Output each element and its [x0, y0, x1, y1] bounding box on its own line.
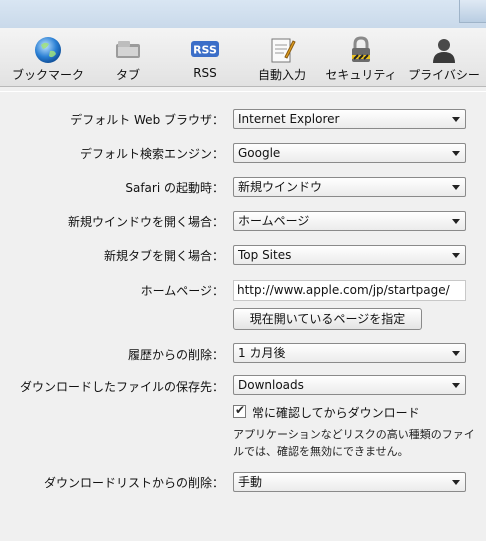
set-current-page-button[interactable]: 現在開いているページを指定	[233, 308, 422, 330]
toolbar-label-rss: RSS	[193, 66, 217, 80]
lock-icon	[352, 36, 370, 62]
new-window-value: ホームページ	[238, 214, 310, 228]
default-browser-label: デフォルト Web ブラウザ：	[70, 113, 224, 127]
new-window-select[interactable]: ホームページ	[233, 211, 466, 231]
default-search-label: デフォルト検索エンジン：	[79, 147, 224, 161]
default-search-select[interactable]: Google	[233, 143, 466, 163]
tabs-icon	[116, 41, 140, 58]
chevron-down-icon	[452, 151, 460, 156]
on-startup-label: Safari の起動時：	[125, 181, 224, 195]
default-browser-value: Internet Explorer	[238, 112, 340, 126]
toolbar-label-bookmarks: ブックマーク	[11, 68, 84, 82]
rss-icon: RSS	[191, 41, 219, 57]
chevron-down-icon	[452, 185, 460, 190]
toolbar-bookmarks[interactable]: ブックマーク	[8, 32, 88, 84]
chevron-down-icon	[452, 219, 460, 224]
default-search-value: Google	[238, 146, 281, 160]
chevron-down-icon	[452, 383, 460, 388]
default-browser-select[interactable]: Internet Explorer	[233, 109, 466, 129]
toolbar-label-autofill: 自動入力	[257, 68, 306, 82]
new-tab-label: 新規タブを開く場合：	[103, 249, 224, 263]
person-icon	[433, 39, 455, 63]
checkmark-icon: ✔	[235, 403, 246, 417]
autofill-icon	[271, 38, 296, 63]
history-label: 履歴からの削除：	[127, 348, 224, 362]
homepage-input[interactable]: http://www.apple.com/jp/startpage/	[233, 280, 466, 301]
download-list-label: ダウンロードリストからの削除：	[43, 476, 224, 490]
toolbar-security[interactable]: セキュリティ	[321, 32, 401, 84]
window-titlebar	[0, 0, 486, 28]
downloads-location-label: ダウンロードしたファイルの保存先：	[19, 380, 224, 394]
history-value: 1 カ月後	[238, 346, 286, 360]
toolbar-label-tabs: タブ	[115, 68, 140, 82]
globe-icon	[35, 37, 61, 63]
confirm-download-checkbox[interactable]: ✔	[233, 403, 246, 418]
toolbar-autofill[interactable]: 自動入力	[242, 32, 322, 84]
toolbar-rss[interactable]: RSS RSS	[165, 32, 245, 84]
on-startup-value: 新規ウインドウ	[238, 180, 323, 194]
download-list-select[interactable]: 手動	[233, 472, 466, 492]
chevron-down-icon	[452, 253, 460, 258]
toolbar-label-security: セキュリティ	[325, 68, 397, 82]
preferences-toolbar: ブックマーク タブ RSS RSS 自動入力 セキュリティ プライバシー	[0, 28, 486, 87]
homepage-label: ホームページ：	[140, 284, 224, 298]
toolbar-tabs[interactable]: タブ	[88, 32, 168, 84]
downloads-location-value: Downloads	[238, 378, 304, 392]
new-tab-select[interactable]: Top Sites	[233, 245, 466, 265]
new-tab-value: Top Sites	[238, 248, 292, 262]
new-window-label: 新規ウインドウを開く場合：	[67, 215, 224, 229]
history-select[interactable]: 1 カ月後	[233, 343, 466, 363]
confirm-download-note: アプリケーションなどリスクの高い種類のファイルでは、確認を無効にできません。	[233, 428, 475, 458]
confirm-download-label[interactable]: 常に確認してからダウンロード	[252, 404, 420, 421]
on-startup-select[interactable]: 新規ウインドウ	[233, 177, 466, 197]
toolbar-privacy[interactable]: プライバシー	[404, 32, 484, 84]
downloads-location-select[interactable]: Downloads	[233, 375, 466, 395]
download-list-value: 手動	[238, 475, 263, 489]
chevron-down-icon	[452, 117, 460, 122]
rss-badge-text: RSS	[193, 44, 217, 57]
chevron-down-icon	[452, 351, 460, 356]
toolbar-label-privacy: プライバシー	[408, 68, 480, 82]
window-control[interactable]	[459, 0, 486, 23]
chevron-down-icon	[452, 480, 460, 485]
